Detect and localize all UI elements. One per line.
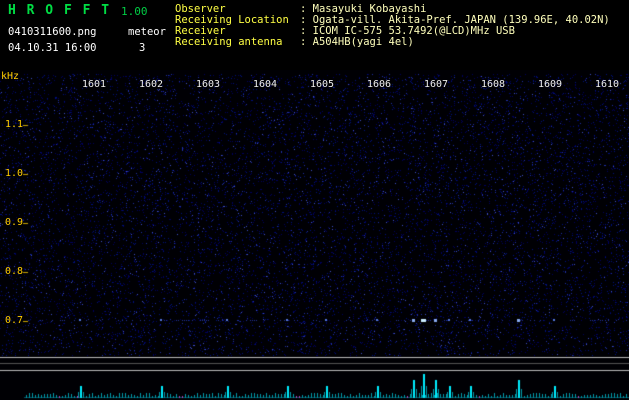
time-tick-label: 1604 — [253, 79, 278, 90]
time-tick-label: 1605 — [310, 79, 335, 90]
info-value: : A504HB(yagi 4el) — [300, 36, 414, 48]
echo-count: 3 — [139, 42, 146, 54]
mode-label: meteor — [128, 26, 166, 38]
spectrogram-canvas — [0, 70, 629, 400]
info-label: Receiving antenna — [175, 36, 283, 48]
app-version: 1.00 — [121, 5, 148, 18]
freq-tick-label: 0.8 — [5, 266, 24, 277]
time-tick-label: 1606 — [367, 79, 392, 90]
app-title: H R O F F T — [8, 3, 111, 18]
header-info: Observer: Masayuki Kobayashi Receiving Lo… — [175, 4, 610, 48]
time-tick-label: 1603 — [196, 79, 221, 90]
info-row: Receiving antenna : A504HB(yagi 4el) — [175, 37, 610, 48]
freq-tick-label: 1.0 — [5, 168, 24, 179]
freq-tick-label: 0.7 — [5, 315, 24, 326]
time-tick-label: 1607 — [424, 79, 449, 90]
datetime-label: 04.10.31 16:00 — [8, 42, 97, 54]
time-tick-label: 1610 — [595, 79, 620, 90]
time-tick-label: 1602 — [139, 79, 164, 90]
time-tick-label: 1601 — [82, 79, 107, 90]
output-filename: 0410311600.png — [8, 26, 97, 38]
freq-tick-label: 1.1 — [5, 119, 24, 130]
time-tick-label: 1609 — [538, 79, 563, 90]
freq-tick-label: 0.9 — [5, 217, 24, 228]
hrofft-window: H R O F F T 1.00 0410311600.png meteor 0… — [0, 0, 629, 400]
freq-unit-label: kHz — [1, 71, 20, 82]
time-tick-label: 1608 — [481, 79, 506, 90]
